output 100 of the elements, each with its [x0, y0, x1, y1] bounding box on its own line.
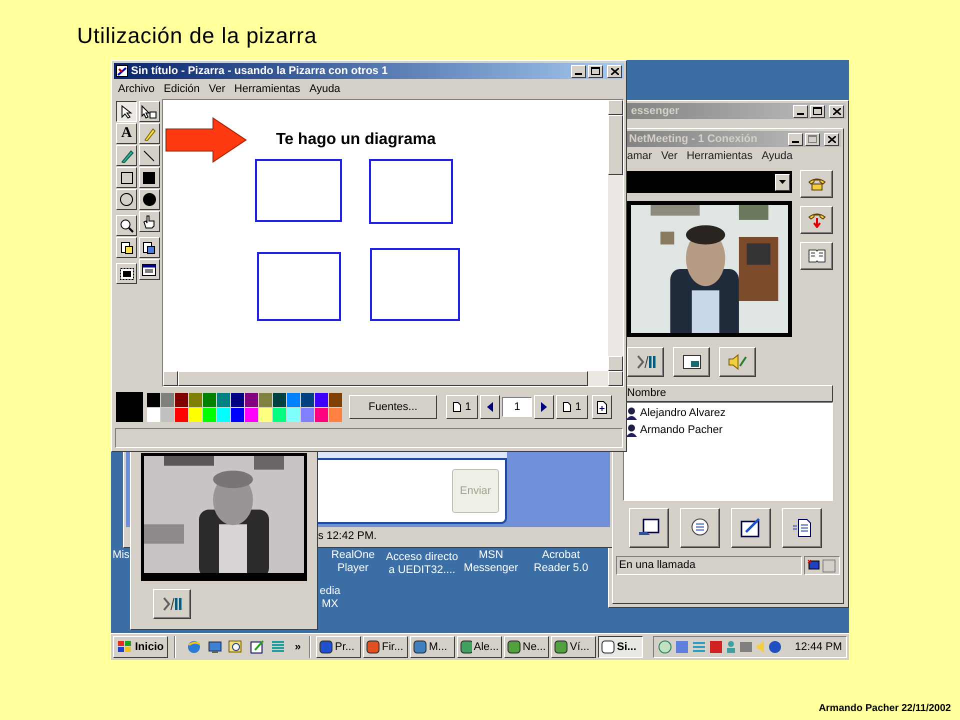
color-swatch[interactable]: [301, 408, 314, 422]
whiteboard-button[interactable]: [731, 508, 771, 548]
horizontal-scrollbar[interactable]: [163, 371, 623, 386]
menu-item[interactable]: Ayuda: [762, 148, 793, 164]
participant-name[interactable]: Armando Pacher: [640, 422, 723, 439]
color-swatch[interactable]: [329, 392, 342, 406]
desktop-icon-label[interactable]: MSN Messenger: [457, 549, 525, 575]
color-swatch[interactable]: [315, 408, 328, 422]
color-swatch[interactable]: [217, 392, 230, 406]
color-swatch[interactable]: [231, 392, 244, 406]
pen-pad-icon: [740, 518, 762, 538]
magnifier-icon: [228, 639, 244, 655]
color-swatch[interactable]: [203, 408, 216, 422]
whiteboard-app-icon: [116, 65, 128, 77]
color-swatch[interactable]: [147, 392, 160, 406]
page-number-field[interactable]: 1: [502, 397, 532, 417]
color-swatch[interactable]: [259, 408, 272, 422]
color-swatch[interactable]: [203, 392, 216, 406]
close-icon: [832, 108, 840, 114]
taskbar-button[interactable]: Fir...: [362, 636, 408, 658]
magnifier-icon: [120, 218, 134, 232]
computer-icon[interactable]: [739, 640, 753, 654]
tool-button[interactable]: A: [116, 123, 137, 144]
color-swatch[interactable]: [231, 408, 244, 422]
insert-page-button[interactable]: [592, 395, 612, 419]
directory-button[interactable]: [800, 242, 833, 270]
color-swatch[interactable]: [217, 408, 230, 422]
previous-page-button[interactable]: [480, 395, 500, 419]
disc-icon[interactable]: [658, 640, 672, 654]
desktop-icon-label[interactable]: RealOne Player: [319, 549, 387, 575]
color-swatch[interactable]: [175, 392, 188, 406]
fonts-button[interactable]: Fuentes...: [349, 395, 437, 419]
menu-item[interactable]: amar: [627, 148, 652, 164]
taskbar-button[interactable]: Pr...: [316, 636, 361, 658]
share-button[interactable]: [629, 508, 669, 548]
file-transfer-button[interactable]: [782, 508, 822, 548]
color-swatch[interactable]: [161, 392, 174, 406]
desktop-icon-label[interactable]: Acceso directo a UEDIT32....: [385, 551, 459, 577]
tool-button[interactable]: [116, 101, 137, 122]
call-button[interactable]: [800, 170, 833, 198]
color-swatch[interactable]: [273, 392, 286, 406]
taskbar-button[interactable]: Ne...: [504, 636, 549, 658]
globe-icon[interactable]: [768, 640, 782, 654]
color-swatch[interactable]: [287, 408, 300, 422]
participant-name[interactable]: Alejandro Alvarez: [640, 405, 726, 422]
color-swatch[interactable]: [287, 392, 300, 406]
menu-item[interactable]: Ver: [661, 148, 678, 164]
color-swatch[interactable]: [301, 392, 314, 406]
minimize-button[interactable]: [793, 104, 808, 118]
canvas-text: Te hago un diagrama: [276, 130, 436, 150]
chat-button[interactable]: [680, 508, 720, 548]
color-swatch[interactable]: [189, 408, 202, 422]
color-swatch[interactable]: [161, 408, 174, 422]
close-button[interactable]: [824, 132, 839, 146]
color-swatch[interactable]: [147, 408, 160, 422]
color-swatch[interactable]: [189, 392, 202, 406]
taskbar-button[interactable]: Ale...: [456, 636, 502, 658]
menu-item[interactable]: Herramientas: [234, 80, 300, 98]
menu-item[interactable]: Herramientas: [686, 148, 753, 164]
maximize-button[interactable]: [588, 64, 603, 78]
maximize-button[interactable]: [805, 132, 820, 146]
taskbar-button[interactable]: Ví...: [550, 636, 596, 658]
vertical-scrollbar[interactable]: [608, 100, 623, 371]
color-swatch[interactable]: [245, 408, 258, 422]
minimize-icon: [792, 140, 799, 142]
filled-rectangle-icon: [143, 172, 155, 184]
menu-item[interactable]: Edición: [164, 80, 200, 98]
ellipse-icon: [120, 193, 133, 206]
next-page-button[interactable]: [534, 395, 554, 419]
taskbar-button[interactable]: Si...: [598, 636, 643, 658]
taskbar-button[interactable]: M...: [410, 636, 455, 658]
desktop-icon-label[interactable]: edia MX: [318, 585, 342, 611]
audio-button[interactable]: [719, 347, 756, 377]
color-swatch[interactable]: [259, 392, 272, 406]
meter-icon[interactable]: [709, 640, 723, 654]
color-swatch[interactable]: [329, 408, 342, 422]
menu-item[interactable]: Ayuda: [309, 80, 340, 98]
page-button[interactable]: 1: [556, 395, 588, 419]
color-swatch[interactable]: [273, 408, 286, 422]
minimize-button[interactable]: [788, 132, 803, 146]
desktop-icon-label[interactable]: Mis: [111, 549, 131, 562]
globe-e-icon: [186, 639, 202, 655]
color-swatch[interactable]: [245, 392, 258, 406]
maximize-button[interactable]: [810, 104, 825, 118]
address-combobox[interactable]: [627, 171, 792, 193]
close-button[interactable]: [607, 64, 622, 78]
menu-item[interactable]: Ver: [208, 80, 226, 98]
play-pause-button[interactable]: [153, 589, 191, 619]
hang-up-button[interactable]: [800, 206, 833, 234]
menu-item[interactable]: Archivo: [118, 80, 155, 98]
page-button[interactable]: 1: [446, 395, 478, 419]
start-button[interactable]: Inicio: [113, 636, 168, 658]
picture-in-picture-button[interactable]: [673, 347, 710, 377]
more-chevron[interactable]: »: [292, 638, 304, 656]
desktop-icon-label[interactable]: Acrobat Reader 5.0: [525, 549, 597, 575]
play-pause-button[interactable]: [627, 347, 664, 377]
color-swatch[interactable]: [175, 408, 188, 422]
color-swatch[interactable]: [315, 392, 328, 406]
close-button[interactable]: [829, 104, 844, 118]
minimize-button[interactable]: [571, 64, 586, 78]
